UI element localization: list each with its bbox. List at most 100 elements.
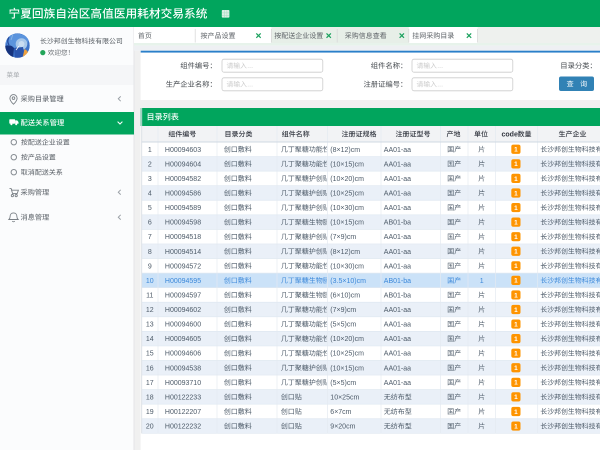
- svg-text:1: 1: [514, 234, 518, 241]
- svg-text:H00094602: H00094602: [165, 307, 201, 314]
- svg-text:AA01-aa: AA01-aa: [384, 205, 411, 212]
- svg-text:1: 1: [514, 147, 518, 154]
- svg-text:8: 8: [148, 249, 152, 256]
- svg-text:H00094595: H00094595: [165, 278, 201, 285]
- svg-text:2: 2: [148, 161, 152, 168]
- svg-text:H00093710: H00093710: [165, 380, 201, 387]
- svg-text:1: 1: [514, 263, 518, 270]
- svg-text:(10×20)cm: (10×20)cm: [330, 176, 364, 183]
- svg-text:10: 10: [146, 278, 154, 285]
- svg-text:code: code: [502, 132, 518, 139]
- svg-text:AB01-ba: AB01-ba: [384, 220, 411, 227]
- svg-text:1: 1: [514, 365, 518, 372]
- svg-text:1: 1: [514, 423, 518, 430]
- svg-text:H00122232: H00122232: [165, 424, 201, 431]
- svg-text:...: ...: [437, 82, 443, 89]
- svg-text:H00094598: H00094598: [165, 220, 201, 227]
- svg-text:H00094603: H00094603: [165, 147, 201, 154]
- svg-text:(5×5)cm: (5×5)cm: [330, 322, 356, 329]
- svg-text:AB01-ba: AB01-ba: [384, 292, 411, 299]
- svg-text:(7×9)cm: (7×9)cm: [330, 307, 356, 314]
- svg-text:...: ...: [247, 63, 253, 70]
- svg-text:H00094538: H00094538: [165, 365, 201, 372]
- svg-text:18: 18: [146, 394, 154, 401]
- svg-text:(3.5×10)cm: (3.5×10)cm: [330, 278, 366, 285]
- svg-text:(7×9)cm: (7×9)cm: [330, 234, 356, 241]
- svg-text:3: 3: [148, 176, 152, 183]
- svg-text:1: 1: [514, 351, 518, 358]
- svg-text:20: 20: [146, 424, 154, 431]
- svg-text:1: 1: [514, 219, 518, 226]
- svg-text:6×7cm: 6×7cm: [330, 409, 351, 416]
- svg-text:AA01-aa: AA01-aa: [384, 365, 411, 372]
- svg-text:11: 11: [146, 292, 153, 299]
- svg-text:(10×15)cm: (10×15)cm: [330, 220, 364, 227]
- svg-text:17: 17: [146, 380, 154, 387]
- svg-text:1: 1: [514, 205, 518, 212]
- svg-text:H00122233: H00122233: [165, 394, 201, 401]
- svg-text:1: 1: [514, 321, 518, 328]
- svg-text:AA01-aa: AA01-aa: [384, 263, 411, 270]
- svg-text:1: 1: [514, 249, 518, 256]
- svg-text:19: 19: [146, 409, 154, 416]
- svg-text:1: 1: [514, 176, 518, 183]
- svg-text:1: 1: [514, 394, 518, 401]
- svg-text:AA01-aa: AA01-aa: [384, 351, 411, 358]
- svg-text:(10×25)cm: (10×25)cm: [330, 351, 364, 358]
- svg-text:AA01-aa: AA01-aa: [384, 380, 411, 387]
- svg-text:7: 7: [148, 234, 152, 241]
- svg-text:9×20cm: 9×20cm: [330, 424, 355, 431]
- svg-text:H00094597: H00094597: [165, 292, 201, 299]
- svg-text:(10×25)cm: (10×25)cm: [330, 191, 364, 198]
- svg-text:H00094514: H00094514: [165, 249, 201, 256]
- svg-text:12: 12: [146, 307, 154, 314]
- svg-text:1: 1: [514, 307, 518, 314]
- svg-text:...: ...: [247, 82, 253, 89]
- svg-text:H00094586: H00094586: [165, 191, 201, 198]
- svg-text:1: 1: [514, 409, 518, 416]
- svg-text:1: 1: [514, 161, 518, 168]
- svg-text:1: 1: [148, 147, 152, 154]
- svg-text:H00094572: H00094572: [165, 263, 201, 270]
- svg-text:H00094589: H00094589: [165, 205, 201, 212]
- svg-text:AA01-aa: AA01-aa: [384, 176, 411, 183]
- svg-text:AA01-aa: AA01-aa: [384, 307, 411, 314]
- svg-text:1: 1: [514, 278, 518, 285]
- svg-text:4: 4: [148, 191, 152, 198]
- svg-text:(10×30)cm: (10×30)cm: [330, 263, 364, 270]
- svg-text:(10×15)cm: (10×15)cm: [330, 365, 364, 372]
- svg-text:...: ...: [437, 63, 443, 70]
- svg-text:AA01-aa: AA01-aa: [384, 249, 411, 256]
- svg-text:1: 1: [480, 278, 484, 285]
- svg-text:(10×15)cm: (10×15)cm: [330, 161, 364, 168]
- svg-text:1: 1: [514, 380, 518, 387]
- svg-text:AA01-aa: AA01-aa: [384, 322, 411, 329]
- svg-text:AA01-aa: AA01-aa: [384, 234, 411, 241]
- svg-text:H00094606: H00094606: [165, 351, 201, 358]
- svg-text:(6×10)cm: (6×10)cm: [330, 292, 360, 299]
- svg-text:14: 14: [146, 336, 154, 343]
- svg-text:H00122207: H00122207: [165, 409, 201, 416]
- svg-text:(5×5)cm: (5×5)cm: [330, 380, 356, 387]
- svg-text:H00094605: H00094605: [165, 336, 201, 343]
- svg-text:AA01-aa: AA01-aa: [384, 336, 411, 343]
- svg-text:AA01-aa: AA01-aa: [384, 147, 411, 154]
- svg-text:AA01-aa: AA01-aa: [384, 161, 411, 168]
- svg-text:(10×20)cm: (10×20)cm: [330, 336, 364, 343]
- svg-text:1: 1: [514, 190, 518, 197]
- svg-text:(10×30)cm: (10×30)cm: [330, 205, 364, 212]
- svg-text:10×25cm: 10×25cm: [330, 394, 359, 401]
- svg-text:H00094604: H00094604: [165, 161, 201, 168]
- svg-text:(8×12)cm: (8×12)cm: [330, 249, 360, 256]
- svg-text:AA01-aa: AA01-aa: [384, 191, 411, 198]
- svg-text:H00094600: H00094600: [165, 322, 201, 329]
- svg-text:5: 5: [148, 205, 152, 212]
- svg-text:15: 15: [146, 351, 154, 358]
- svg-text:9: 9: [148, 263, 152, 270]
- svg-text:(8×12)cm: (8×12)cm: [330, 147, 360, 154]
- svg-text:16: 16: [146, 365, 154, 372]
- svg-text:6: 6: [148, 220, 152, 227]
- svg-text:H00094518: H00094518: [165, 234, 201, 241]
- svg-text:H00094582: H00094582: [165, 176, 201, 183]
- svg-text:AB01-ba: AB01-ba: [384, 278, 411, 285]
